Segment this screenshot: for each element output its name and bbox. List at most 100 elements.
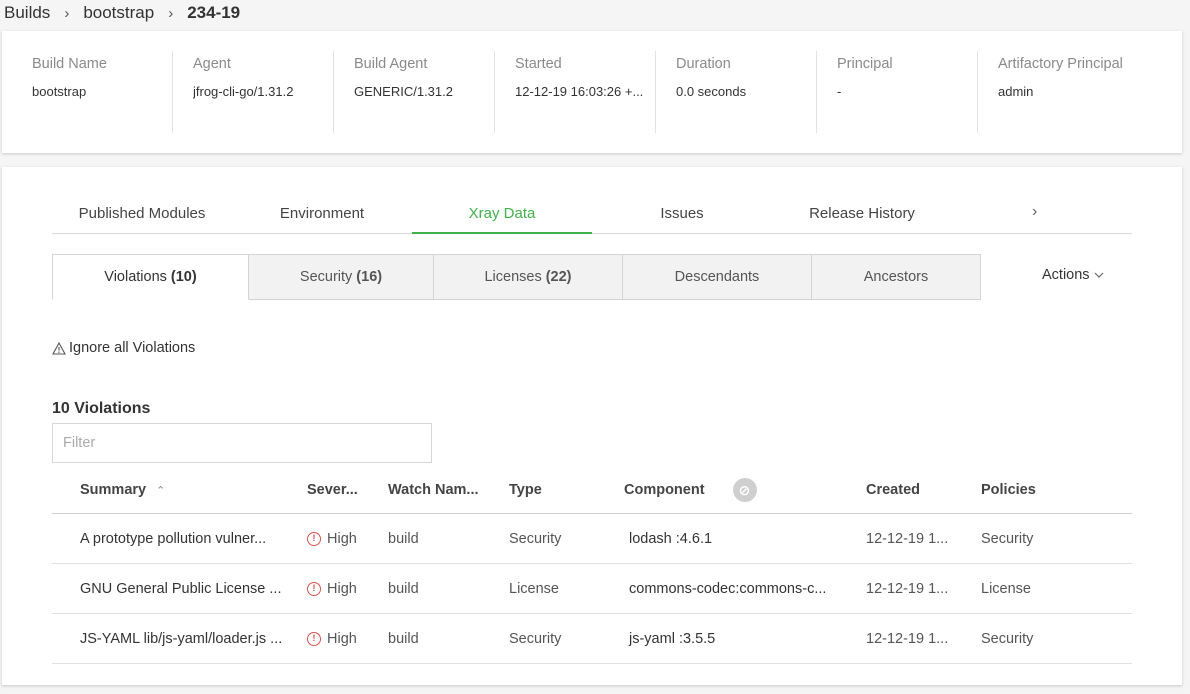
tab-release-history[interactable]: Release History — [772, 197, 952, 233]
cell-summary: JS-YAML lib/js-yaml/loader.js ... — [80, 630, 283, 647]
summary-label: Build Name — [32, 56, 107, 72]
cell-component: lodash :4.6.1 — [629, 530, 713, 547]
cell-created: 12-12-19 1... — [866, 630, 949, 647]
summary-label: Build Agent — [354, 56, 428, 72]
breadcrumb: Builds › bootstrap › 234-19 — [4, 0, 240, 26]
build-summary-card: Build Name bootstrap Agent jfrog-cli-go/… — [2, 31, 1182, 153]
subtab-count: (16) — [356, 269, 383, 285]
breadcrumb-bootstrap[interactable]: bootstrap — [83, 3, 154, 23]
summary-label: Principal — [837, 56, 893, 72]
summary-label: Agent — [193, 56, 231, 72]
breadcrumb-builds[interactable]: Builds — [4, 3, 50, 23]
cell-type: License — [509, 580, 559, 597]
subtab-ancestors[interactable]: Ancestors — [812, 254, 981, 300]
cell-created: 12-12-19 1... — [866, 530, 949, 547]
summary-label: Duration — [676, 56, 731, 72]
col-summary[interactable]: Summary ⌃ — [52, 482, 307, 498]
violations-count-title: 10 Violations — [52, 400, 151, 417]
summary-value: - — [837, 84, 842, 99]
summary-principal: Principal - — [817, 51, 978, 133]
col-severity[interactable]: Sever... — [307, 482, 388, 498]
cell-policies: Security — [981, 630, 1034, 647]
table-header: Summary ⌃ Sever... Watch Nam... Type Com… — [52, 467, 1132, 514]
summary-value: admin — [998, 84, 1034, 99]
cell-watch: build — [388, 630, 419, 647]
col-component-label: Component — [624, 482, 705, 498]
subtab-count: (22) — [545, 269, 572, 285]
summary-value: 0.0 seconds — [676, 84, 747, 99]
violations-table: Summary ⌃ Sever... Watch Nam... Type Com… — [52, 467, 1132, 664]
cell-policies: Security — [981, 530, 1034, 547]
summary-artifactory-principal: Artifactory Principal admin — [978, 51, 1139, 133]
cell-watch: build — [388, 530, 419, 547]
table-row[interactable]: JS-YAML lib/js-yaml/loader.js ... ! High … — [52, 614, 1132, 664]
table-row[interactable]: A prototype pollution vulner... ! High bu… — [52, 514, 1132, 564]
build-details-card: Published Modules Environment Xray Data … — [2, 167, 1182, 685]
summary-value: jfrog-cli-go/1.31.2 — [193, 84, 294, 99]
cell-type: Security — [509, 530, 562, 547]
severity-label: High — [327, 580, 357, 597]
cell-created: 12-12-19 1... — [866, 580, 949, 597]
filter-input[interactable] — [52, 423, 432, 463]
col-summary-label: Summary — [80, 482, 147, 498]
chevron-right-icon: › — [64, 4, 70, 22]
summary-started: Started 12-12-19 16:03:26 +... — [495, 51, 656, 133]
xray-subtabs: Violations (10) Security (16) Licenses (… — [52, 254, 981, 300]
tab-environment[interactable]: Environment — [232, 197, 412, 233]
chevron-right-icon: › — [168, 4, 174, 22]
summary-build-name: Build Name bootstrap — [12, 51, 173, 133]
subtab-label: Ancestors — [863, 269, 929, 285]
subtab-licenses[interactable]: Licenses (22) — [434, 254, 623, 300]
summary-value: 12-12-19 16:03:26 +... — [515, 84, 644, 99]
main-tabs: Published Modules Environment Xray Data … — [52, 197, 1132, 234]
cell-component: js-yaml :3.5.5 — [629, 630, 716, 647]
alert-circle-icon: ! — [307, 631, 321, 646]
summary-value: bootstrap — [32, 84, 87, 99]
subtab-label: Security — [299, 269, 353, 285]
col-watch-name[interactable]: Watch Nam... — [388, 482, 509, 498]
chevron-down-icon — [1094, 272, 1103, 278]
alert-circle-icon: ! — [307, 581, 321, 596]
summary-value: GENERIC/1.31.2 — [354, 84, 453, 99]
warning-icon — [52, 341, 66, 355]
subtab-security[interactable]: Security (16) — [249, 254, 434, 300]
ignore-all-violations-link[interactable]: Ignore all Violations — [52, 340, 195, 356]
col-type[interactable]: Type — [509, 482, 624, 498]
alert-circle-icon: ! — [307, 531, 321, 546]
col-created[interactable]: Created — [866, 482, 981, 498]
cell-severity: ! High — [307, 531, 388, 547]
summary-label: Started — [515, 56, 562, 72]
tab-published-modules[interactable]: Published Modules — [52, 197, 232, 233]
subtab-descendants[interactable]: Descendants — [623, 254, 812, 300]
tab-xray-data[interactable]: Xray Data — [412, 197, 592, 234]
cell-summary: A prototype pollution vulner... — [80, 530, 267, 547]
cell-severity: ! High — [307, 581, 388, 597]
subtab-count: (10) — [170, 269, 197, 285]
cell-watch: build — [388, 580, 419, 597]
severity-label: High — [327, 530, 357, 547]
actions-label: Actions — [1042, 267, 1090, 283]
subtab-label: Violations — [104, 269, 167, 285]
summary-label: Artifactory Principal — [998, 56, 1123, 72]
table-row[interactable]: GNU General Public License ... ! High bui… — [52, 564, 1132, 614]
tab-issues[interactable]: Issues — [592, 197, 772, 233]
ignore-all-label: Ignore all Violations — [69, 340, 196, 356]
summary-build-agent: Build Agent GENERIC/1.31.2 — [334, 51, 495, 133]
link-icon[interactable]: ⊘ — [732, 478, 757, 502]
actions-dropdown[interactable]: Actions — [1042, 267, 1104, 283]
breadcrumb-current: 234-19 — [187, 3, 241, 22]
summary-duration: Duration 0.0 seconds — [656, 51, 817, 133]
cell-summary: GNU General Public License ... — [80, 580, 282, 597]
summary-agent: Agent jfrog-cli-go/1.31.2 — [173, 51, 334, 133]
cell-severity: ! High — [307, 631, 388, 647]
subtab-label: Descendants — [674, 269, 760, 285]
cell-component: commons-codec:commons-c... — [629, 580, 827, 597]
chevron-right-icon[interactable]: › — [1032, 203, 1037, 221]
cell-type: Security — [509, 630, 562, 647]
col-component[interactable]: Component ⊘ — [624, 478, 866, 502]
sort-asc-icon: ⌃ — [156, 485, 166, 497]
cell-policies: License — [981, 580, 1031, 597]
subtab-violations[interactable]: Violations (10) — [52, 254, 249, 300]
col-policies[interactable]: Policies — [981, 482, 1131, 498]
subtab-label: Licenses — [484, 269, 542, 285]
